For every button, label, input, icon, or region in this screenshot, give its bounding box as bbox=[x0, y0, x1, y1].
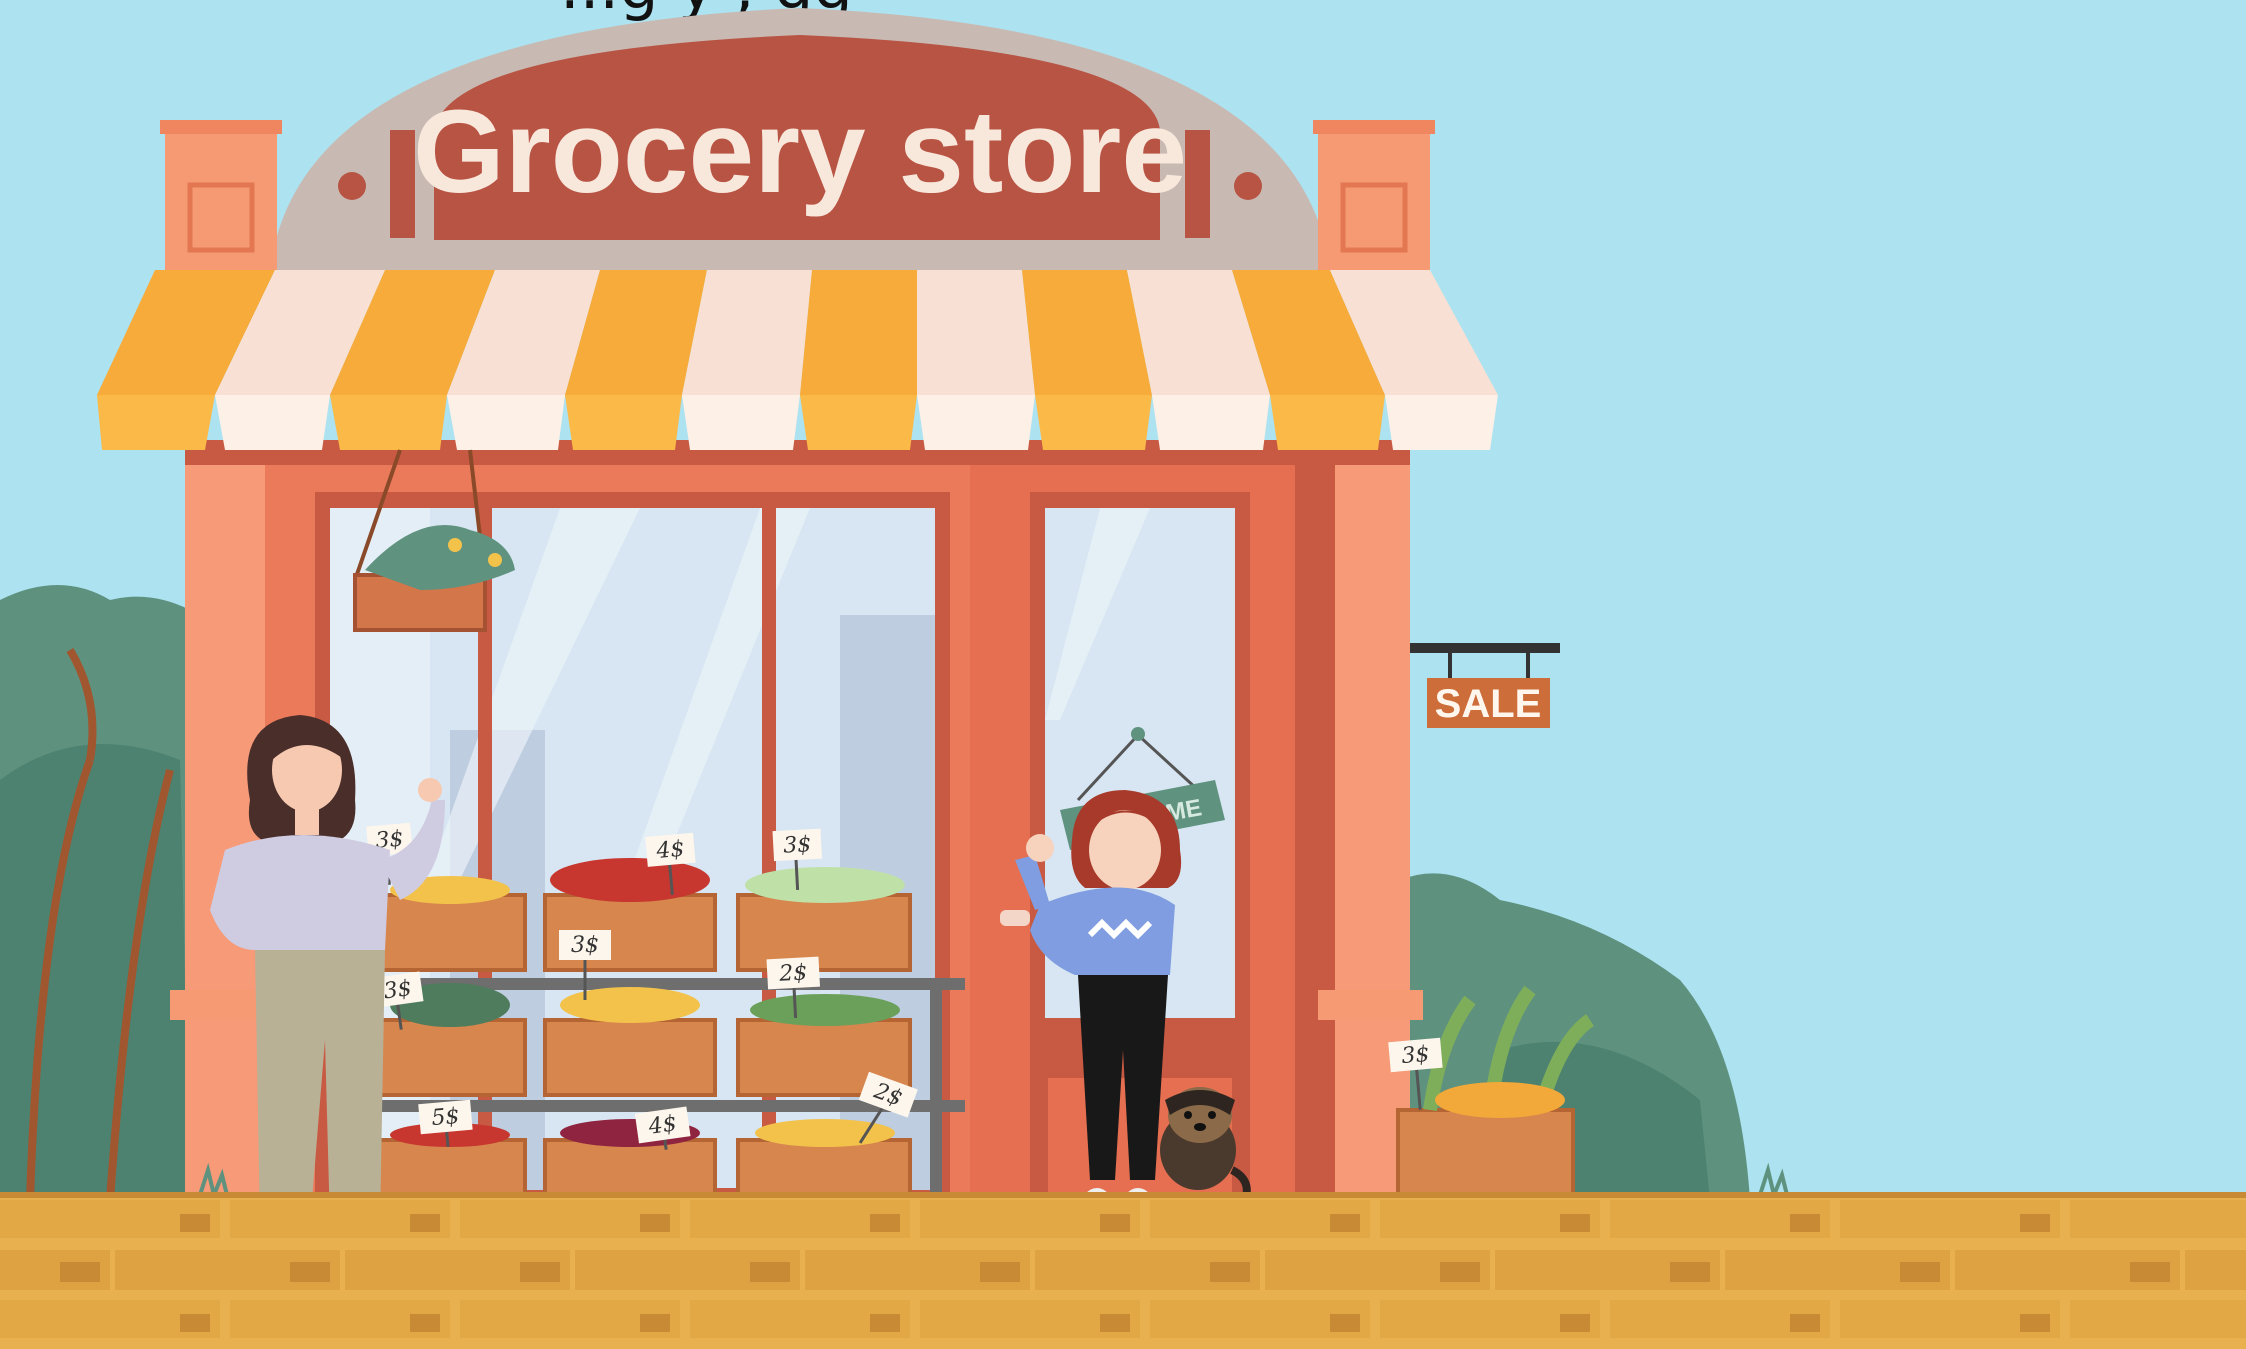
grocery-store-scene: ...g y , gg bbox=[0, 0, 2246, 1349]
price-tag: 3$ bbox=[783, 832, 812, 858]
price-tag: 3$ bbox=[382, 976, 413, 1005]
price-tag: 5$ bbox=[430, 1104, 460, 1131]
price-tag: 3$ bbox=[571, 933, 599, 958]
svg-text:SALE: SALE bbox=[1435, 682, 1542, 726]
sale-sign: SALE bbox=[1410, 643, 1560, 728]
striped-awning bbox=[97, 270, 1498, 465]
pavement-edge bbox=[0, 1192, 2246, 1198]
price-tag: 2$ bbox=[778, 960, 808, 986]
store-sign-text: Grocery store bbox=[413, 86, 1187, 218]
price-tag: 2$ bbox=[1419, 1033, 1441, 1054]
left-bush bbox=[0, 585, 190, 1201]
price-tag: 4$ bbox=[646, 1111, 678, 1140]
brick-pavement bbox=[0, 1192, 2246, 1349]
price-tag: 4$ bbox=[654, 837, 685, 864]
